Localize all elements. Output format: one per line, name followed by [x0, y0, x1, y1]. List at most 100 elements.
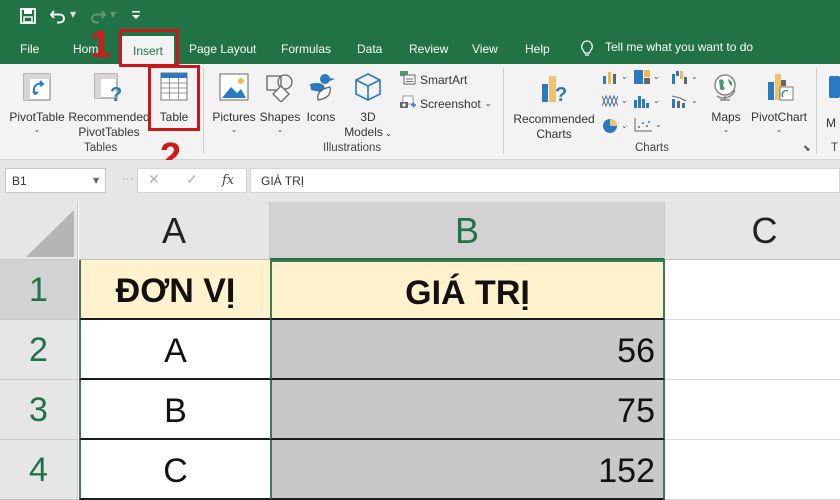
scatter-chart-button[interactable]: ⌄	[634, 118, 662, 132]
pie-chart-button[interactable]: ⌄	[602, 118, 628, 134]
pivotchart-button[interactable]: PivotChart ⌄	[748, 72, 810, 135]
chevron-down-icon: ⌄	[691, 96, 698, 105]
save-icon[interactable]	[20, 8, 36, 28]
statistic-chart-button[interactable]: ⌄	[634, 94, 660, 108]
column-chart-icon	[603, 72, 616, 84]
icons-icon	[303, 72, 339, 106]
cell-a1[interactable]: ĐƠN VỊ	[79, 260, 270, 320]
waterfall-chart-button[interactable]: ⌄	[672, 70, 698, 84]
column-chart-button[interactable]: ⌄	[602, 70, 628, 84]
step-1-annotation: 1	[90, 24, 112, 66]
tab-help[interactable]: Help	[525, 40, 550, 58]
3d-models-button[interactable]: 3D Models ⌄	[341, 72, 395, 141]
3d-cube-icon	[341, 72, 395, 106]
row-header-4[interactable]: 4	[0, 440, 78, 500]
recommended-pivottables-label-1: Recommended	[68, 110, 150, 124]
cell-b2[interactable]: 56	[270, 320, 665, 380]
formula-bar: B1 ▼ ⋮ ✕ ✓ fx GIÁ TRỊ	[0, 160, 840, 202]
pictures-button[interactable]: Pictures ⌄	[211, 72, 257, 135]
undo-dropdown-icon[interactable]: ▼	[70, 10, 76, 19]
undo-icon[interactable]	[49, 8, 66, 28]
recommended-charts-button[interactable]: ? Recommended Charts	[511, 72, 597, 142]
globe-icon	[706, 72, 746, 106]
formula-input[interactable]: GIÁ TRỊ	[250, 168, 840, 193]
smartart-label: SmartArt	[420, 72, 468, 87]
group-label-charts: Charts	[635, 142, 669, 154]
formula-buttons: ✕ ✓ fx	[137, 168, 247, 193]
insert-function-icon[interactable]: fx	[222, 173, 234, 188]
maps-button[interactable]: Maps ⌄	[706, 72, 746, 135]
customize-qat-icon[interactable]	[131, 9, 141, 27]
column-header-a[interactable]: A	[79, 202, 270, 260]
select-all-button[interactable]	[0, 202, 78, 260]
hierarchy-chart-button[interactable]: ⌄	[634, 70, 660, 84]
chevron-down-icon: ⌄	[484, 99, 492, 108]
cell-c1[interactable]	[665, 260, 840, 320]
chevron-down-icon: ⌄	[722, 125, 730, 134]
shapes-button[interactable]: Shapes ⌄	[258, 72, 302, 135]
recommended-pivottables-label-2: PivotTables	[78, 125, 140, 139]
tab-file[interactable]: File	[20, 40, 39, 58]
group-separator	[203, 68, 204, 154]
line-chart-button[interactable]: ⌄	[602, 94, 628, 108]
pivottable-icon	[6, 72, 68, 106]
row-header-3[interactable]: 3	[0, 380, 78, 440]
scatter-chart-icon	[634, 118, 652, 132]
cell-b3[interactable]: 75	[270, 380, 665, 440]
lightbulb-icon[interactable]	[580, 40, 594, 61]
hierarchy-chart-icon	[634, 70, 650, 84]
cell-a2[interactable]: A	[79, 320, 270, 380]
tab-data[interactable]: Data	[357, 40, 382, 58]
pictures-icon	[211, 72, 257, 106]
name-box[interactable]: B1	[5, 168, 106, 193]
column-header-b[interactable]: B	[270, 202, 665, 260]
tab-formulas[interactable]: Formulas	[281, 40, 331, 58]
table-button[interactable]: Table	[152, 72, 196, 125]
recommended-charts-label-2: Charts	[536, 127, 572, 141]
screenshot-button[interactable]: Screenshot ⌄	[400, 95, 491, 112]
tab-view[interactable]: View	[472, 40, 498, 58]
group-separator	[816, 68, 817, 154]
recommended-pivottables-icon: ?	[68, 72, 150, 106]
chevron-down-icon: ⌄	[230, 125, 238, 134]
row-header-2[interactable]: 2	[0, 320, 78, 380]
chevron-down-icon: ⌄	[653, 72, 660, 81]
enter-icon[interactable]: ✓	[186, 172, 198, 188]
cell-b1[interactable]: GIÁ TRỊ	[270, 260, 665, 320]
chevron-down-icon: ⌄	[33, 125, 41, 134]
chevron-down-icon: ⌄	[775, 125, 783, 134]
recommended-charts-icon: ?	[511, 72, 597, 108]
cell-c3[interactable]	[665, 380, 840, 440]
sparklines-button-partial[interactable]: M	[826, 72, 840, 131]
pivottable-label: PivotTable	[9, 110, 65, 124]
cut-off-group-label: T	[831, 142, 839, 154]
svg-text:?: ?	[555, 84, 567, 104]
cell-c2[interactable]	[665, 320, 840, 380]
chevron-down-icon: ⌄	[621, 72, 628, 81]
recommended-pivottables-button[interactable]: ? Recommended PivotTables	[68, 72, 150, 140]
screenshot-icon	[400, 95, 416, 112]
name-box-dropdown-icon[interactable]: ▼	[93, 176, 99, 185]
dialog-launcher-icon[interactable]: ⬊	[803, 144, 811, 154]
row-header-1[interactable]: 1	[0, 260, 78, 320]
worksheet-grid: A B C 1 2 3 4 ĐƠN VỊ GIÁ TRỊ A 56 B 75 C…	[0, 202, 840, 500]
smartart-button[interactable]: SmartArt	[400, 71, 467, 88]
cell-c4[interactable]	[665, 440, 840, 500]
combo-chart-button[interactable]: ⌄	[672, 94, 698, 108]
cell-b4[interactable]: 152	[270, 440, 665, 500]
cell-a4[interactable]: C	[79, 440, 270, 500]
tell-me-search[interactable]: Tell me what you want to do	[605, 40, 753, 54]
tab-page-layout[interactable]: Page Layout	[189, 40, 256, 58]
svg-text:?: ?	[110, 84, 122, 102]
tab-review[interactable]: Review	[409, 40, 448, 58]
tab-insert[interactable]: Insert	[122, 36, 175, 64]
waterfall-chart-icon	[672, 71, 687, 84]
cell-a3[interactable]: B	[79, 380, 270, 440]
pivottable-button[interactable]: PivotTable ⌄	[6, 72, 68, 135]
resize-handle-icon[interactable]: ⋮	[121, 173, 135, 183]
shapes-icon	[258, 72, 302, 106]
cancel-icon[interactable]: ✕	[148, 172, 160, 188]
redo-dropdown-icon[interactable]: ▼	[110, 10, 116, 19]
icons-button[interactable]: Icons	[303, 72, 339, 125]
column-header-c[interactable]: C	[665, 202, 840, 260]
